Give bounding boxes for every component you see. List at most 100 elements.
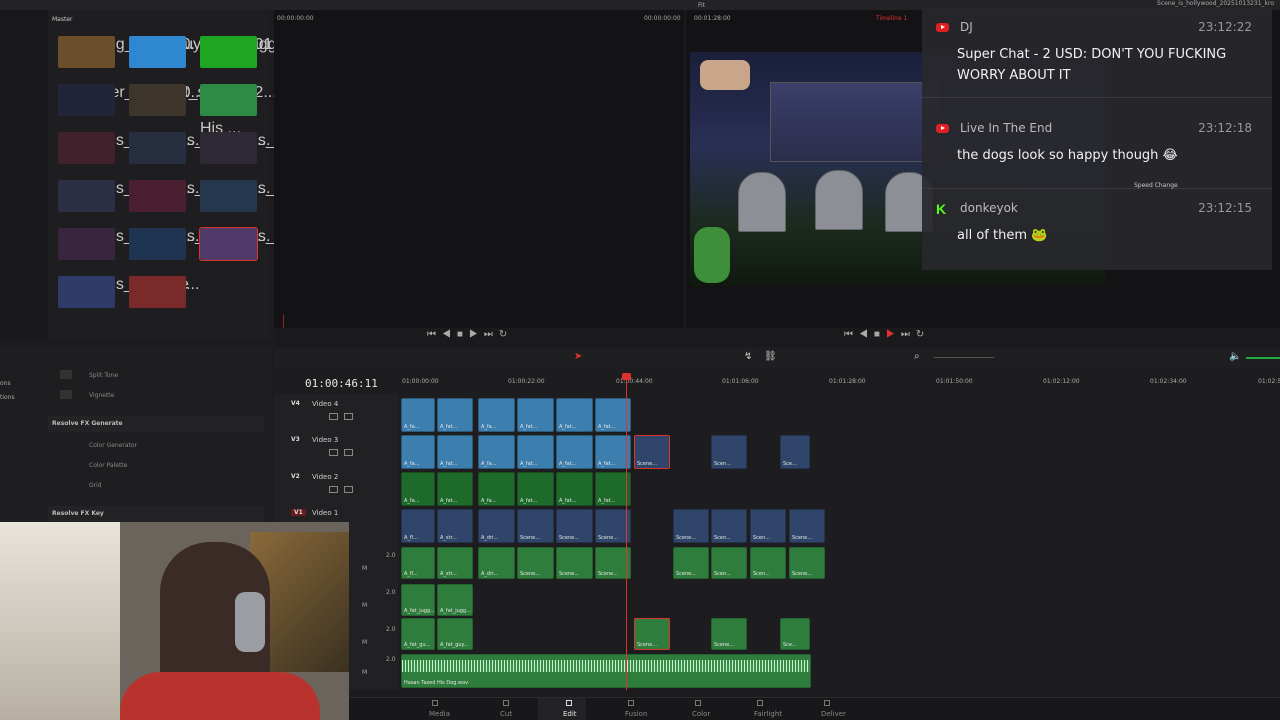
timeline-clip[interactable]: A_fa...: [401, 398, 435, 432]
audio-mute-button[interactable]: M: [362, 639, 367, 646]
effect-item[interactable]: Grid: [89, 482, 102, 489]
timeline-clip[interactable]: A_fa...: [478, 398, 515, 432]
timeline-clip[interactable]: A_fat...: [517, 472, 554, 506]
timeline-clip[interactable]: Scen...: [750, 509, 786, 543]
timeline-clip[interactable]: A_fat...: [437, 398, 473, 432]
timeline-clip[interactable]: Scene...: [711, 618, 747, 650]
timeline-clip[interactable]: Scene...: [634, 435, 670, 469]
timeline-clip[interactable]: A_fat_jugg...: [401, 584, 435, 616]
timeline-clip[interactable]: A_dri...: [478, 509, 515, 543]
media-clip[interactable]: A_driving_shot_20...: [58, 36, 204, 82]
track-id[interactable]: V1: [291, 509, 306, 516]
timeline-clip[interactable]: Scene...: [634, 618, 670, 650]
timeline-clip[interactable]: A_fat...: [517, 398, 554, 432]
source-viewer[interactable]: 00:00:00:00 00:00:00:00: [274, 10, 684, 330]
snapping-icon[interactable]: ↯: [744, 351, 752, 362]
timeline-clip[interactable]: Scene...: [556, 547, 593, 579]
track-id[interactable]: V2: [291, 473, 300, 480]
media-clip[interactable]: Timeline 1: [129, 276, 191, 322]
nav-media[interactable]: Media: [429, 710, 450, 718]
timeline-clip[interactable]: Scene...: [789, 509, 825, 543]
effect-item[interactable]: Vignette: [89, 392, 114, 399]
media-clip[interactable]: Scene_is_hollywo...: [200, 180, 341, 226]
timeline-clip[interactable]: A_fa...: [401, 472, 435, 506]
effect-item[interactable]: Split Tone: [89, 372, 118, 379]
media-clip[interactable]: Scene_is_hollywo...: [58, 276, 199, 322]
timeline-clip[interactable]: Scen...: [711, 435, 747, 469]
volume-slider[interactable]: [1246, 357, 1280, 359]
timeline-clip[interactable]: A_fa...: [401, 435, 435, 469]
audio-mute-button[interactable]: M: [362, 602, 367, 609]
media-clip[interactable]: A_fat_juggalo_2025...: [200, 36, 356, 82]
deliver-page-icon[interactable]: [824, 700, 830, 706]
lock-icon[interactable]: [329, 413, 338, 420]
timeline-clip[interactable]: Scene...: [673, 509, 709, 543]
visibility-icon[interactable]: [344, 449, 353, 456]
timeline-clip[interactable]: A_fat...: [556, 472, 593, 506]
timeline-clip[interactable]: Scene...: [789, 547, 825, 579]
timeline-clip[interactable]: Scen...: [711, 509, 747, 543]
edit-page-icon[interactable]: [566, 700, 572, 706]
timeline-clip[interactable]: A_fat...: [437, 435, 473, 469]
timeline-clip[interactable]: A_str...: [437, 547, 473, 579]
source-transport-buttons[interactable]: ⏮◀■▶⏭↻: [427, 329, 513, 340]
timeline-clip[interactable]: Sce...: [780, 435, 810, 469]
track-id[interactable]: V4: [291, 400, 300, 407]
nav-cut[interactable]: Cut: [500, 710, 512, 718]
lock-icon[interactable]: [329, 449, 338, 456]
lock-icon[interactable]: [329, 486, 338, 493]
timeline-clip[interactable]: Scene...: [556, 509, 593, 543]
timeline-clip[interactable]: A_fat...: [437, 472, 473, 506]
nav-color[interactable]: Color: [692, 710, 710, 718]
timeline-clip[interactable]: Sce...: [780, 618, 810, 650]
audio-mute-button[interactable]: M: [362, 669, 367, 676]
media-clip[interactable]: Scene_is_hollywo...: [58, 180, 199, 226]
timeline-clip[interactable]: Scen...: [750, 547, 786, 579]
media-clip[interactable]: Scene_is_hollywo...: [58, 228, 199, 274]
media-clip[interactable]: Scene_is_hollywo...: [200, 132, 341, 178]
timeline-clip[interactable]: A_fat_jugg...: [437, 584, 473, 616]
fusion-page-icon[interactable]: [628, 700, 634, 706]
timeline-clip[interactable]: A_fl...: [401, 547, 435, 579]
media-clip[interactable]: Hasan Tazed His ...: [200, 84, 262, 137]
media-clip[interactable]: Scene_is_hollywo...: [199, 227, 341, 274]
media-clip[interactable]: Scene_is_hollywo...: [129, 180, 270, 226]
timeline-ruler[interactable]: 01:00:00:00 01:00:22:00 01:00:44:00 01:01:0…: [398, 374, 1280, 390]
media-clip[interactable]: Scene_is_hollywo...: [129, 132, 270, 178]
timeline-clip[interactable]: A_fat...: [556, 435, 593, 469]
fit-label[interactable]: Fit: [698, 2, 705, 9]
zoom-slider[interactable]: [934, 357, 994, 358]
timeline-clip[interactable]: A_fa...: [478, 472, 515, 506]
audio-clip[interactable]: Hasan Tazed His Dog.wav: [401, 654, 811, 688]
volume-icon[interactable]: 🔈: [1229, 351, 1241, 362]
link-icon[interactable]: ⛓: [764, 351, 777, 362]
timeline-clip[interactable]: A_fl...: [401, 509, 435, 543]
media-page-icon[interactable]: [432, 700, 438, 706]
effect-item[interactable]: Color Generator: [89, 442, 137, 449]
timeline-clip[interactable]: Scene...: [673, 547, 709, 579]
track-id[interactable]: V3: [291, 436, 300, 443]
visibility-icon[interactable]: [344, 486, 353, 493]
generate-section-header[interactable]: Resolve FX Generate: [48, 416, 264, 432]
media-clip[interactable]: A_flyover_shot_20...: [58, 84, 204, 130]
timeline-clip[interactable]: Scene...: [517, 509, 554, 543]
media-pool-bins[interactable]: [0, 10, 48, 340]
nav-fusion[interactable]: Fusion: [625, 710, 647, 718]
timeline-clip[interactable]: Scen...: [711, 547, 747, 579]
timeline-clip[interactable]: A_fat...: [517, 435, 554, 469]
timeline-clip[interactable]: Scene...: [517, 547, 554, 579]
media-clip[interactable]: Scene_is_hollywo...: [58, 132, 199, 178]
media-clip[interactable]: A_fat_guy_2025101...: [129, 36, 286, 82]
timeline-playhead[interactable]: [626, 376, 627, 690]
selection-tool-icon[interactable]: ➤: [574, 351, 582, 362]
color-page-icon[interactable]: [695, 700, 701, 706]
nav-deliver[interactable]: Deliver: [821, 710, 846, 718]
program-transport-buttons[interactable]: ⏮◀■▶⏭↻: [844, 329, 930, 340]
fairlight-page-icon[interactable]: [757, 700, 763, 706]
playhead-handle[interactable]: [622, 373, 631, 380]
zoom-icon[interactable]: ⌕: [914, 351, 920, 362]
media-clip[interactable]: Scene_is_hollywo...: [129, 228, 270, 274]
effect-item[interactable]: Color Palette: [89, 462, 127, 469]
cut-page-icon[interactable]: [503, 700, 509, 706]
nav-edit[interactable]: Edit: [563, 710, 577, 718]
